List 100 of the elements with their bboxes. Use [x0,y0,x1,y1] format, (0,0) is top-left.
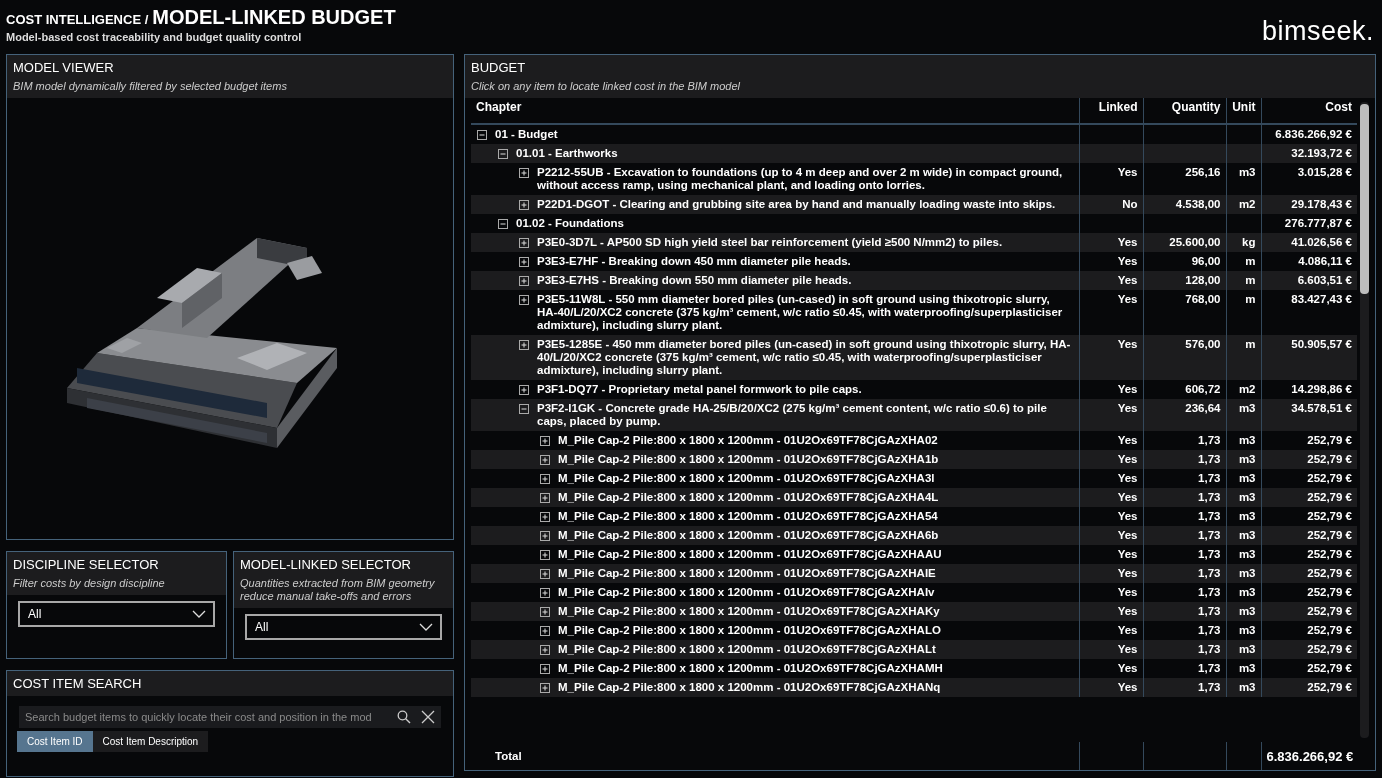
tree-toggle[interactable] [540,493,550,503]
quantity-cell: 25.600,00 [1169,236,1221,248]
chapter-text[interactable]: M_Pile Cap-2 Pile:800 x 1800 x 1200mm - 01U2Ox69TF78CjGAzXHA02 [558,434,938,447]
search-icon[interactable] [397,710,411,724]
column-header[interactable]: Unit [1226,98,1261,124]
cost-cell: 252,79 € [1307,491,1352,503]
linked-cell: Yes [1117,434,1138,446]
tree-toggle[interactable] [519,340,529,350]
tree-toggle[interactable] [519,385,529,395]
tree-toggle[interactable] [519,404,529,414]
panel-subtitle: BIM model dynamically filtered by selected budget items [13,80,288,93]
chapter-text[interactable]: 01 - Budget [495,128,558,141]
total-label: Total [495,749,522,762]
unit-cell: m3 [1238,510,1256,522]
cost-cell: 34.578,51 € [1291,402,1352,414]
search-mode-tab[interactable]: Cost Item ID [17,731,93,752]
chapter-text[interactable]: M_Pile Cap-2 Pile:800 x 1800 x 1200mm - 01U2Ox69TF78CjGAzXHAMH [558,662,943,675]
section-title: COST INTELLIGENCE / [6,12,149,27]
model-linked-dropdown[interactable]: All [245,614,442,640]
quantity-cell: 128,00 [1185,274,1221,286]
quantity-cell: 768,00 [1185,293,1221,305]
chapter-text[interactable]: P3F1-DQ77 - Proprietary metal panel formwork to pile caps. [537,383,862,396]
tree-toggle[interactable] [540,474,550,484]
chapter-text[interactable]: M_Pile Cap-2 Pile:800 x 1800 x 1200mm - 01U2Ox69TF78CjGAzXHA3l [558,472,935,485]
quantity-cell: 1,73 [1198,605,1221,617]
linked-cell: Yes [1117,586,1138,598]
column-header[interactable]: Chapter [471,98,1079,124]
chapter-text[interactable]: P2212-55UB - Excavation to foundations (up to 4 m deep and over 2 m wide) in compact ground, without access ramp, using mechanical plant, and loading onto lorries. [537,166,1073,192]
unit-cell: m3 [1238,624,1256,636]
panel-subtitle: Quantities extracted from BIM geometry reduce manual take-offs and errors [240,577,436,603]
quantity-cell: 1,73 [1198,453,1221,465]
tree-toggle[interactable] [540,455,550,465]
tree-toggle[interactable] [498,219,508,229]
unit-cell: m2 [1238,383,1256,395]
column-header[interactable]: Cost [1261,98,1357,124]
quantity-cell: 96,00 [1191,255,1221,267]
cost-cell: 252,79 € [1307,472,1352,484]
cost-cell: 252,79 € [1307,624,1352,636]
tree-toggle[interactable] [498,149,508,159]
unit-cell: m3 [1238,548,1256,560]
tree-toggle[interactable] [519,200,529,210]
search-mode-tab[interactable]: Cost Item Description [92,731,209,752]
search-field[interactable]: Search budget items to quickly locate their cost and position in the mod [19,706,441,728]
tree-toggle[interactable] [540,550,550,560]
linked-cell: Yes [1117,605,1138,617]
cost-cell: 252,79 € [1307,510,1352,522]
linked-cell: Yes [1117,624,1138,636]
quantity-cell: 256,16 [1185,166,1221,178]
chapter-text[interactable]: P3E5-11W8L - 550 mm diameter bored piles (un-cased) in soft ground using thixotropic slurry, HA-40/L/20/XC2 concrete (375 kg/m³ cement, w/c ratio ≤0.45, with waterproofing/superplasticiser admixture), including slurry plant. [537,293,1073,332]
quantity-cell: 606,72 [1185,383,1221,395]
tree-toggle[interactable] [540,626,550,636]
panel-title: MODEL-LINKED SELECTOR [240,557,412,572]
cost-cell: 83.427,43 € [1291,293,1352,305]
tree-toggle[interactable] [540,569,550,579]
tree-toggle[interactable] [540,512,550,522]
tree-toggle[interactable] [540,436,550,446]
quantity-cell: 4.538,00 [1175,198,1221,210]
close-icon[interactable] [421,710,435,724]
chapter-text[interactable]: M_Pile Cap-2 Pile:800 x 1800 x 1200mm - 01U2Ox69TF78CjGAzXHAAU [558,548,942,561]
chapter-text[interactable]: 01.02 - Foundations [516,217,624,230]
tree-toggle[interactable] [519,257,529,267]
linked-cell: Yes [1117,166,1138,178]
cost-cell: 252,79 € [1307,643,1352,655]
tree-toggle[interactable] [519,238,529,248]
scrollbar-thumb[interactable] [1360,104,1369,294]
chapter-text[interactable]: 01.01 - Earthworks [516,147,618,160]
chapter-text[interactable]: M_Pile Cap-2 Pile:800 x 1800 x 1200mm - 01U2Ox69TF78CjGAzXHAIv [558,586,935,599]
cost-cell: 6.836.266,92 € [1275,128,1352,140]
linked-cell: Yes [1117,236,1138,248]
tree-toggle[interactable] [540,645,550,655]
tree-toggle[interactable] [540,531,550,541]
linked-cell: Yes [1117,567,1138,579]
column-header[interactable]: Linked [1079,98,1143,124]
cost-cell: 252,79 € [1307,605,1352,617]
tree-toggle[interactable] [540,683,550,693]
tree-toggle[interactable] [477,130,487,140]
chapter-text[interactable]: P3E3-E7HF - Breaking down 450 mm diameter pile heads. [537,255,851,268]
unit-cell: m3 [1238,681,1256,693]
linked-cell: Yes [1117,402,1138,414]
chevron-down-icon [419,623,433,631]
chapter-text[interactable]: M_Pile Cap-2 Pile:800 x 1800 x 1200mm - 01U2Ox69TF78CjGAzXHALO [558,624,941,637]
unit-cell: m3 [1238,434,1256,446]
tree-toggle[interactable] [540,607,550,617]
cost-cell: 252,79 € [1307,681,1352,693]
unit-cell: m3 [1238,567,1256,579]
discipline-dropdown[interactable]: All [18,601,215,627]
cost-cell: 32.193,72 € [1291,147,1352,159]
chapter-text[interactable]: M_Pile Cap-2 Pile:800 x 1800 x 1200mm - 01U2Ox69TF78CjGAzXHA54 [558,510,938,523]
unit-cell: m2 [1238,198,1256,210]
column-header[interactable]: Quantity [1143,98,1226,124]
quantity-cell: 1,73 [1198,681,1221,693]
tree-toggle[interactable] [540,664,550,674]
linked-cell: Yes [1117,681,1138,693]
quantity-cell: 1,73 [1198,434,1221,446]
tree-toggle[interactable] [540,588,550,598]
unit-cell: m3 [1238,605,1256,617]
tree-toggle[interactable] [519,168,529,178]
tree-toggle[interactable] [519,276,529,286]
tree-toggle[interactable] [519,295,529,305]
panel-subtitle: Click on any item to locate linked cost in the BIM model [471,80,741,93]
